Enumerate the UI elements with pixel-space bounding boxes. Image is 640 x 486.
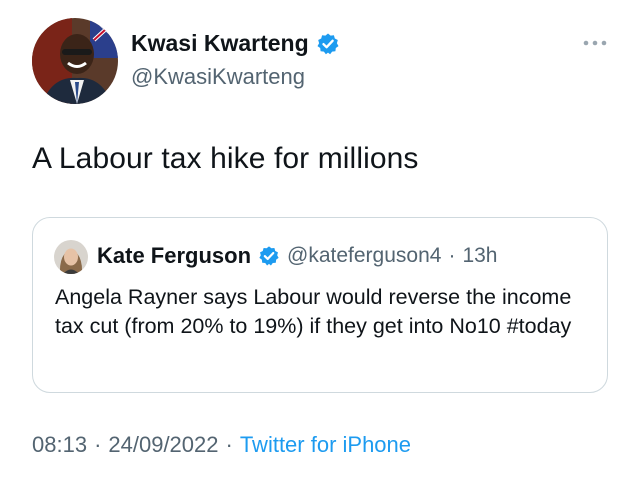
tweet-source-link[interactable]: Twitter for iPhone [240, 432, 411, 458]
tweet-text: A Labour tax hike for millions [32, 142, 419, 175]
author-avatar[interactable] [32, 18, 118, 104]
author-name-row: Kwasi Kwarteng [131, 30, 340, 57]
quoted-author-handle[interactable]: @kateferguson4 [287, 244, 441, 268]
tweet: Kwasi Kwarteng @KwasiKwarteng A Labour t… [0, 0, 640, 486]
quoted-header: Kate Ferguson @kateferguson4 · 13h [97, 243, 498, 269]
verified-badge-icon [258, 245, 280, 267]
quoted-timestamp[interactable]: 13h [462, 244, 497, 268]
separator-dot: · [225, 432, 233, 457]
author-avatar-image [32, 18, 118, 104]
tweet-time[interactable]: 08:13 [32, 432, 87, 458]
quoted-author-avatar [54, 240, 88, 274]
tweet-meta: 08:13 · 24/09/2022 · Twitter for iPhone [32, 432, 411, 458]
separator-dot: · [94, 432, 102, 457]
separator-dot: · [448, 244, 456, 267]
quoted-author-avatar-image [54, 240, 88, 274]
tweet-date[interactable]: 24/09/2022 [108, 432, 218, 458]
verified-badge-icon [316, 32, 340, 56]
author-handle[interactable]: @KwasiKwarteng [131, 64, 305, 90]
author-name[interactable]: Kwasi Kwarteng [131, 30, 309, 57]
quoted-tweet-card[interactable]: Kate Ferguson @kateferguson4 · 13h Angel… [32, 217, 608, 393]
quoted-author-name[interactable]: Kate Ferguson [97, 243, 251, 269]
more-options-icon[interactable] [582, 36, 608, 48]
quoted-tweet-text: Angela Rayner says Labour would reverse … [55, 285, 572, 338]
